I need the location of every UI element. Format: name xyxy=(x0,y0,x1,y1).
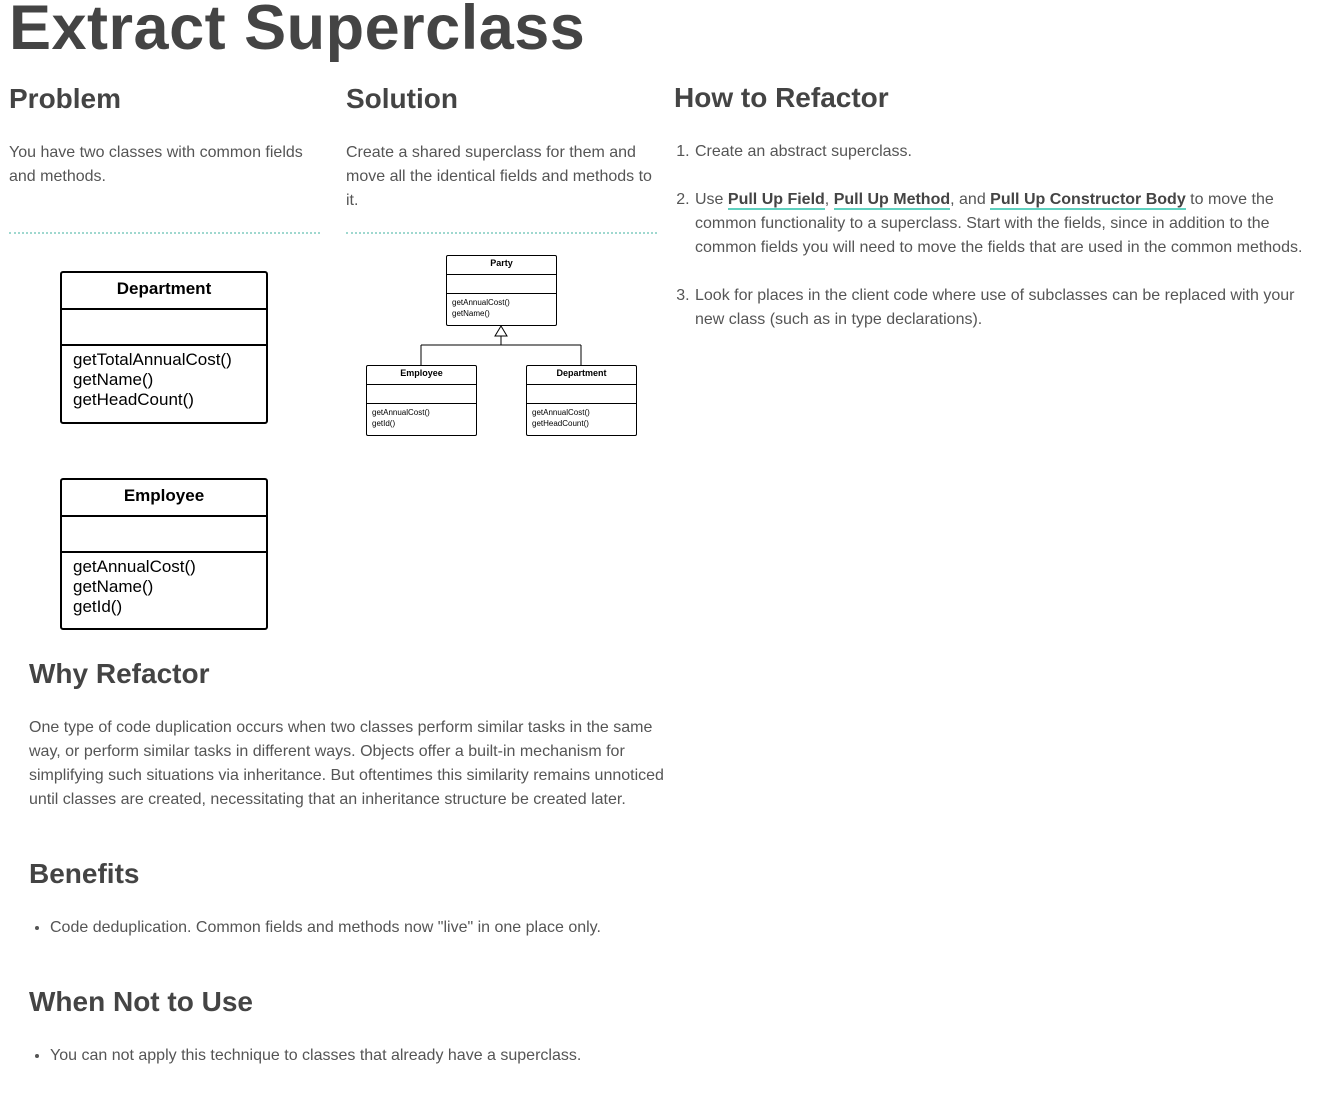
uml-class-department-sub: Department getAnnualCost() getHeadCount(… xyxy=(526,365,637,436)
why-heading: Why Refactor xyxy=(29,658,210,689)
page-title: Extract Superclass xyxy=(9,0,586,63)
why-text: One type of code duplication occurs when… xyxy=(29,718,664,808)
uml-fields xyxy=(447,275,556,294)
uml-method: getAnnualCost() xyxy=(452,298,510,307)
uml-method: getAnnualCost() xyxy=(532,408,590,417)
uml-method: getId() xyxy=(73,597,123,616)
uml-method: getAnnualCost() xyxy=(372,408,430,417)
step-text: , and xyxy=(950,190,991,208)
pull-up-field-link[interactable]: Pull Up Field xyxy=(727,190,825,210)
step-item: Create an abstract superclass. xyxy=(694,140,1314,164)
uml-fields xyxy=(367,385,476,404)
benefit-item: Code deduplication. Common fields and me… xyxy=(50,916,669,940)
uml-method: getName() xyxy=(73,370,154,389)
when-not-list: You can not apply this technique to clas… xyxy=(29,1044,669,1068)
uml-method: getTotalAnnualCost() xyxy=(73,350,232,369)
when-not-section: When Not to Use You can not apply this t… xyxy=(29,985,669,1068)
uml-fields xyxy=(62,310,266,346)
pull-up-constructor-body-link[interactable]: Pull Up Constructor Body xyxy=(990,190,1186,210)
uml-class-department: Department getTotalAnnualCost() getName(… xyxy=(60,271,268,424)
uml-method: getAnnualCost() xyxy=(73,557,196,576)
step-text: Use xyxy=(695,190,728,208)
when-not-heading: When Not to Use xyxy=(29,986,253,1017)
step-text: Create an abstract superclass. xyxy=(695,142,912,160)
how-to-heading: How to Refactor xyxy=(674,82,889,113)
uml-fields xyxy=(62,517,266,553)
problem-heading: Problem xyxy=(9,83,122,114)
step-item: Look for places in the client code where… xyxy=(694,284,1314,332)
uml-class-employee: Employee getAnnualCost() getName() getId… xyxy=(60,478,268,630)
problem-text: You have two classes with common fields … xyxy=(9,143,303,185)
solution-section: Solution Create a shared superclass for … xyxy=(346,82,657,213)
uml-methods: getAnnualCost() getId() xyxy=(367,404,476,429)
uml-methods: getTotalAnnualCost() getName() getHeadCo… xyxy=(62,346,266,410)
step-item: Use Pull Up Field, Pull Up Method, and P… xyxy=(694,188,1314,260)
how-to-steps: Create an abstract superclass. Use Pull … xyxy=(674,140,1314,332)
inheritance-arrow-icon xyxy=(494,325,508,337)
when-not-item: You can not apply this technique to clas… xyxy=(50,1044,669,1068)
uml-methods: getAnnualCost() getHeadCount() xyxy=(527,404,636,429)
uml-method: getName() xyxy=(73,577,154,596)
uml-class-name: Department xyxy=(527,366,636,385)
problem-section: Problem You have two classes with common… xyxy=(9,82,320,189)
solution-heading: Solution xyxy=(346,83,458,114)
why-section: Why Refactor One type of code duplicatio… xyxy=(29,657,669,812)
uml-method: getId() xyxy=(372,419,396,428)
benefits-heading: Benefits xyxy=(29,858,140,889)
uml-class-name: Department xyxy=(62,273,266,310)
benefits-section: Benefits Code deduplication. Common fiel… xyxy=(29,857,669,940)
uml-class-name: Employee xyxy=(367,366,476,385)
problem-divider xyxy=(9,232,320,234)
how-to-section: How to Refactor Create an abstract super… xyxy=(674,81,1314,356)
pull-up-method-link[interactable]: Pull Up Method xyxy=(833,190,951,210)
benefits-list: Code deduplication. Common fields and me… xyxy=(29,916,669,940)
uml-fields xyxy=(527,385,636,404)
solution-divider xyxy=(346,232,657,234)
uml-class-employee-sub: Employee getAnnualCost() getId() xyxy=(366,365,477,436)
uml-method: getHeadCount() xyxy=(73,390,194,409)
solution-text: Create a shared superclass for them and … xyxy=(346,143,652,209)
uml-methods: getAnnualCost() getName() xyxy=(447,294,556,319)
uml-class-party: Party getAnnualCost() getName() xyxy=(446,255,557,326)
step-text: , xyxy=(824,190,834,208)
uml-class-name: Party xyxy=(447,256,556,275)
uml-method: getHeadCount() xyxy=(532,419,589,428)
uml-method: getName() xyxy=(452,309,490,318)
uml-class-name: Employee xyxy=(62,480,266,517)
uml-methods: getAnnualCost() getName() getId() xyxy=(62,553,266,617)
step-text: Look for places in the client code where… xyxy=(695,286,1295,328)
